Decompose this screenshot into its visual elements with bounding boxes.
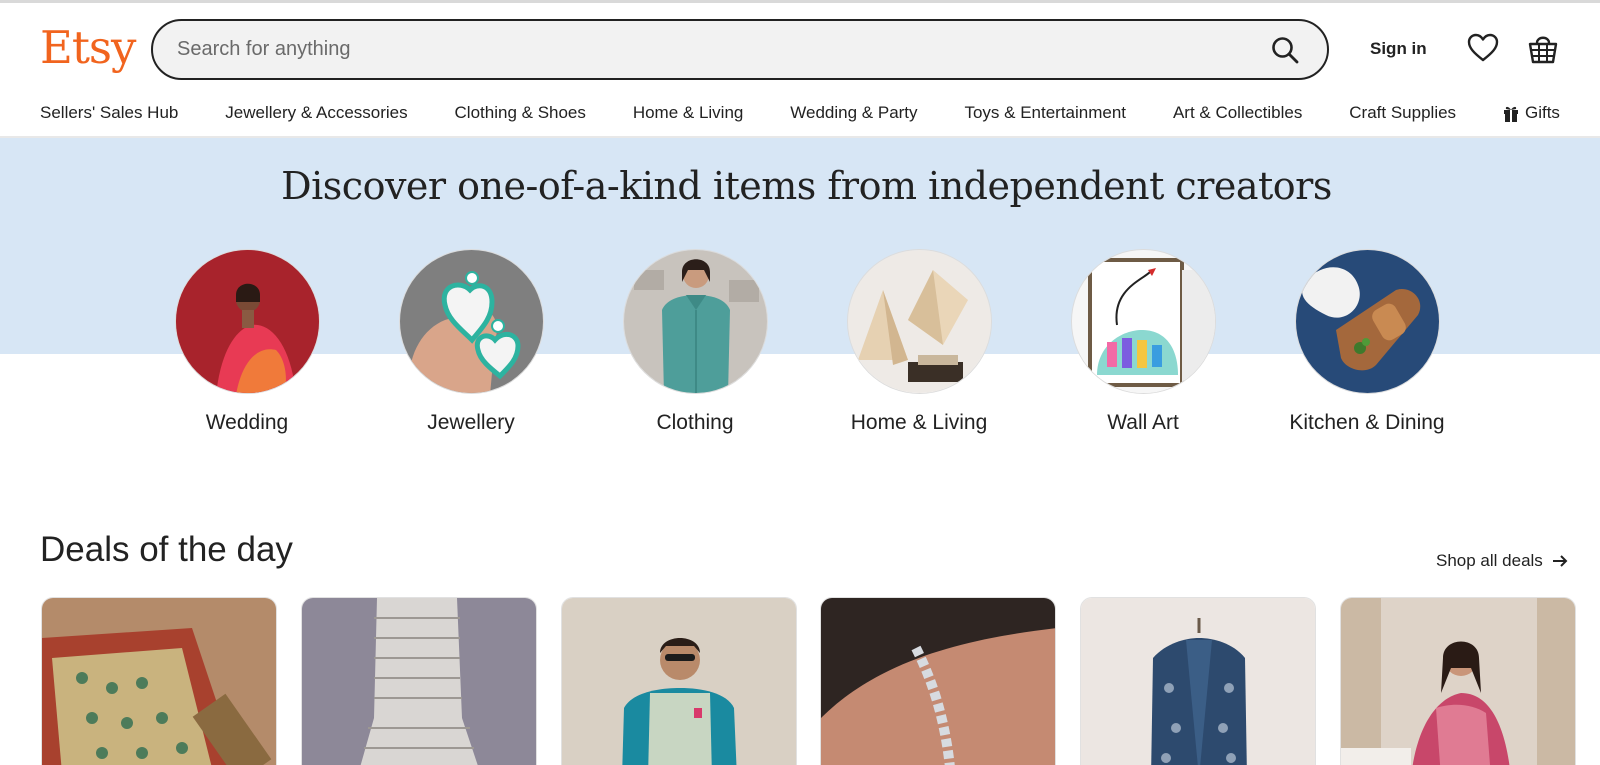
category-kitchen-dining[interactable]: Kitchen & Dining — [1277, 249, 1457, 436]
deal-card[interactable] — [820, 597, 1056, 765]
sign-in-link[interactable]: Sign in — [1370, 38, 1427, 60]
category-image-clothing — [622, 249, 768, 394]
category-label-jewellery: Jewellery — [427, 411, 515, 434]
heart-icon — [1467, 33, 1499, 62]
deals-title: Deals of the day — [40, 530, 293, 569]
cart-button[interactable] — [1527, 31, 1559, 65]
favorites-button[interactable] — [1467, 33, 1499, 63]
category-image-home-living — [846, 249, 992, 394]
category-image-wedding — [174, 249, 320, 394]
nav-wedding-party[interactable]: Wedding & Party — [790, 103, 917, 123]
nav-toys-entertainment[interactable]: Toys & Entertainment — [964, 103, 1126, 123]
etsy-logo[interactable]: Etsy — [40, 18, 136, 78]
deal-image-embroidered-textile — [42, 598, 276, 765]
category-image-wall-art — [1070, 249, 1216, 394]
deal-image-pink-saree — [1341, 598, 1575, 765]
arrow-right-icon — [1552, 555, 1568, 567]
category-label-kitchen-dining: Kitchen & Dining — [1289, 411, 1445, 434]
category-circles: Wedding Jewellery Clothing Home & Living… — [174, 249, 1445, 469]
deal-card[interactable] — [561, 597, 797, 765]
nav-sellers-sales-hub[interactable]: Sellers' Sales Hub — [40, 103, 178, 123]
deal-image-striped-dress — [302, 598, 536, 765]
search-icon — [1272, 36, 1299, 63]
category-nav: Sellers' Sales Hub Jewellery & Accessori… — [40, 100, 1560, 126]
category-image-jewellery — [398, 249, 544, 394]
category-label-wall-art: Wall Art — [1107, 411, 1179, 434]
deal-card[interactable] — [301, 597, 537, 765]
deal-card[interactable] — [1080, 597, 1316, 765]
gift-icon — [1503, 106, 1518, 122]
nav-craft-supplies[interactable]: Craft Supplies — [1349, 103, 1456, 123]
category-jewellery[interactable]: Jewellery — [381, 249, 561, 436]
category-clothing[interactable]: Clothing — [605, 249, 785, 436]
category-label-home-living: Home & Living — [850, 411, 988, 434]
deal-card[interactable] — [41, 597, 277, 765]
nav-clothing-shoes[interactable]: Clothing & Shoes — [455, 103, 586, 123]
category-wedding[interactable]: Wedding — [157, 249, 337, 436]
shop-all-deals-label: Shop all deals — [1436, 551, 1543, 570]
shop-all-deals-link[interactable]: Shop all deals — [1436, 550, 1568, 572]
nav-home-living[interactable]: Home & Living — [633, 103, 744, 123]
deal-image-bracelet — [821, 598, 1055, 765]
nav-jewellery-accessories[interactable]: Jewellery & Accessories — [225, 103, 407, 123]
hero-title: Discover one-of-a-kind items from indepe… — [281, 164, 1332, 208]
search-bar[interactable] — [151, 19, 1329, 80]
basket-icon — [1528, 36, 1558, 64]
search-button[interactable] — [1255, 21, 1315, 78]
nav-gifts-label: Gifts — [1524, 103, 1560, 122]
deal-card[interactable] — [1340, 597, 1576, 765]
category-image-kitchen-dining — [1294, 249, 1440, 394]
category-wall-art[interactable]: Wall Art — [1053, 249, 1233, 436]
category-label-wedding: Wedding — [205, 411, 289, 434]
deal-image-quilted-jacket — [1081, 598, 1315, 765]
nav-art-collectibles[interactable]: Art & Collectibles — [1173, 103, 1302, 123]
category-home-living[interactable]: Home & Living — [829, 249, 1009, 436]
nav-gifts[interactable]: Gifts — [1503, 103, 1560, 123]
search-input[interactable] — [153, 21, 1255, 78]
top-border — [0, 0, 1600, 3]
category-label-clothing: Clothing — [656, 411, 734, 434]
deal-image-mens-jacket — [562, 598, 796, 765]
